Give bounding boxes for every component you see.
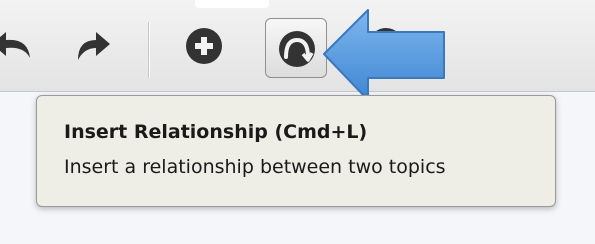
toolbar-notch [195,0,269,8]
redo-button[interactable] [66,18,122,74]
undo-icon [0,32,30,58]
tooltip-title: Insert Relationship (Cmd+L) [64,121,368,143]
tooltip-description: Insert a relationship between two topics [64,156,446,178]
add-topic-icon [186,28,222,64]
relationship-icon [279,31,315,67]
redo-icon [78,32,110,60]
tooltip: Insert Relationship (Cmd+L) Insert a rel… [36,95,556,207]
add-topic-button[interactable] [176,18,232,74]
toolbar [0,0,595,92]
undo-button[interactable] [0,18,40,74]
toolbar-separator [148,22,149,78]
